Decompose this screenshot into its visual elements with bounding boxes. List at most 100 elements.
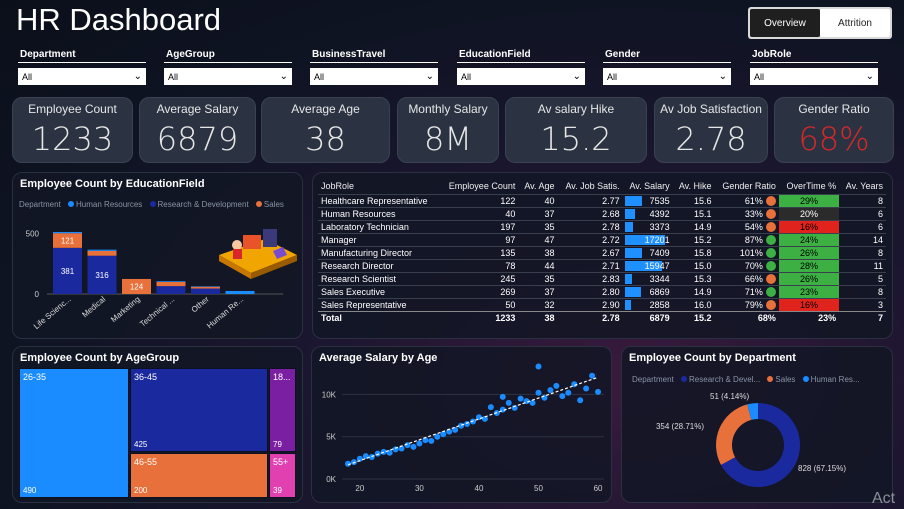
table-cell: 2.72 — [557, 232, 623, 246]
filter-jobrole: JobRole All ⌄ — [750, 49, 878, 85]
cell-value: 3373 — [649, 221, 670, 232]
table-cell: 2.77 — [557, 193, 623, 207]
scatter-point — [547, 387, 554, 394]
donut-data-label: 354 (28.71%) — [656, 422, 704, 431]
scatter-point — [374, 450, 381, 457]
total-cell: 1233 — [439, 310, 519, 324]
gender-ratio-cell: 101% — [714, 245, 779, 259]
tile-value: 200 — [134, 486, 148, 495]
tile-label: 46-55 — [134, 457, 158, 467]
department-dropdown[interactable]: All ⌄ — [18, 68, 146, 85]
table-row[interactable]: Research Director 78 44 2.71 15947 15.0 70% 28%… — [318, 258, 886, 272]
agegroup-dropdown[interactable]: All ⌄ — [164, 68, 292, 85]
kpi-gender-ratio: Gender Ratio 68% — [774, 97, 894, 163]
status-dot-icon — [765, 300, 776, 311]
table-cell: 245 — [439, 271, 519, 285]
column-header[interactable]: Employee Count — [440, 178, 519, 194]
attrition-button[interactable]: Attrition — [820, 9, 890, 37]
overtime-cell: 23% — [778, 284, 840, 298]
dropdown-value: All — [168, 71, 179, 82]
table-cell: 50 — [439, 297, 519, 311]
treemap-tile[interactable]: 36-45 425 — [130, 368, 268, 452]
cell-value: 87% — [744, 234, 763, 245]
cell-value: 7535 — [649, 195, 670, 206]
chevron-down-icon: ⌄ — [279, 71, 288, 82]
column-header[interactable]: Gender Ratio — [715, 178, 779, 194]
table-row[interactable]: Research Scientist 245 35 2.83 3344 15.3 66% 26… — [318, 271, 886, 285]
filter-label: AgeGroup — [164, 49, 292, 63]
tile-label: 18... — [273, 372, 291, 382]
scatter-point — [577, 397, 584, 404]
salary-cell: 6869 — [622, 284, 673, 298]
table-row[interactable]: Manager 97 47 2.72 17201 15.2 87% 24% 14 — [318, 232, 886, 246]
gender-dropdown[interactable]: All ⌄ — [603, 68, 731, 85]
table-row[interactable]: Manufacturing Director 135 38 2.67 7409 15.8 1… — [318, 245, 886, 259]
scatter-point — [517, 395, 524, 402]
kpi-value: 1233 — [31, 120, 114, 158]
gender-ratio-cell: 70% — [714, 258, 779, 272]
overtime-cell: 26% — [778, 271, 840, 285]
table-cell: 3 — [839, 297, 886, 311]
column-header[interactable]: JobRole — [318, 178, 440, 194]
table-cell: 11 — [839, 258, 886, 272]
educationfield-dropdown[interactable]: All ⌄ — [457, 68, 585, 85]
salary-age-panel: Average Salary by Age 0K 5K 10K 20 30 40 50 60 — [311, 346, 612, 503]
bar-data-label: 121 — [61, 237, 75, 246]
tile-label: 55+ — [273, 457, 289, 467]
businesstravel-dropdown[interactable]: All ⌄ — [310, 68, 438, 85]
column-header[interactable]: Av. Job Satis. — [558, 178, 623, 194]
column-header[interactable]: OverTime % — [779, 178, 839, 194]
filter-label: Department — [18, 49, 146, 63]
column-header[interactable]: Av. Years — [839, 178, 886, 194]
table-cell: 197 — [439, 219, 519, 233]
age-treemap: 26-35 490 36-45 425 46-55 200 18... 79 55+ 39 — [19, 368, 296, 498]
table-row[interactable]: Human Resources 40 37 2.68 4392 15.1 33% 20% 6 — [318, 206, 886, 220]
column-header[interactable]: Av. Hike — [673, 178, 715, 194]
overtime-cell: 16% — [778, 297, 840, 311]
treemap-tile[interactable]: 18... 79 — [269, 368, 296, 452]
filter-label: Gender — [603, 49, 731, 63]
treemap-tile[interactable]: 26-35 490 — [19, 368, 129, 498]
gender-ratio-cell: 71% — [714, 284, 779, 298]
table-cell: Sales Representative — [318, 297, 440, 311]
gender-ratio-cell: 79% — [714, 297, 779, 311]
kpi-value: 38 — [305, 120, 346, 158]
treemap-tile[interactable]: 46-55 200 — [130, 453, 268, 498]
table-cell: Research Scientist — [318, 271, 440, 285]
salary-cell: 2858 — [622, 297, 673, 311]
column-header[interactable]: Av. Age — [518, 178, 557, 194]
table-row[interactable]: Sales Representative 50 32 2.90 2858 16.0 79% 1… — [318, 297, 886, 311]
scatter-point — [428, 437, 435, 444]
x-tick-label: 30 — [415, 484, 424, 493]
salary-cell: 15947 — [622, 258, 673, 272]
kpi-job-satisfaction: Av Job Satisfaction 2.78 — [654, 97, 768, 163]
table-row[interactable]: Healthcare Representative 122 40 2.77 7535 15… — [318, 193, 886, 207]
x-tick-label: Technical ... — [138, 295, 176, 329]
table-cell: 14.9 — [672, 219, 715, 233]
column-header[interactable]: Av. Salary — [623, 178, 673, 194]
table-row[interactable]: Laboratory Technician 197 35 2.78 3373 14.9 54… — [318, 219, 886, 233]
gender-ratio-cell: 33% — [714, 206, 779, 220]
jobrole-dropdown[interactable]: All ⌄ — [750, 68, 878, 85]
table-cell: 15.3 — [672, 271, 715, 285]
x-tick-label: 50 — [534, 484, 543, 493]
cell-value: 79% — [744, 299, 763, 310]
scatter-point — [583, 385, 590, 392]
bar-human-resources — [53, 231, 82, 234]
table-cell: 14 — [839, 232, 886, 246]
table-cell: 15.8 — [672, 245, 715, 259]
overview-button[interactable]: Overview — [750, 9, 820, 37]
treemap-tile[interactable]: 55+ 39 — [269, 453, 296, 498]
bar-human-resources — [225, 290, 255, 294]
table-cell: 5 — [839, 271, 886, 285]
salary-bar — [624, 221, 633, 232]
table-row[interactable]: Sales Executive 269 37 2.80 6869 14.9 71% 23% 8 — [318, 284, 886, 298]
kpi-salary-hike: Av salary Hike 15.2 — [505, 97, 647, 163]
filter-businesstravel: BusinessTravel All ⌄ — [310, 49, 438, 85]
cell-value: 6869 — [649, 286, 670, 297]
table-cell: 2.71 — [557, 258, 623, 272]
jobrole-table-panel: JobRole Employee Count Av. Age Av. Job S… — [312, 172, 893, 339]
cell-value: 54% — [744, 221, 763, 232]
overtime-cell: 26% — [778, 245, 840, 259]
status-dot-icon — [765, 209, 776, 220]
